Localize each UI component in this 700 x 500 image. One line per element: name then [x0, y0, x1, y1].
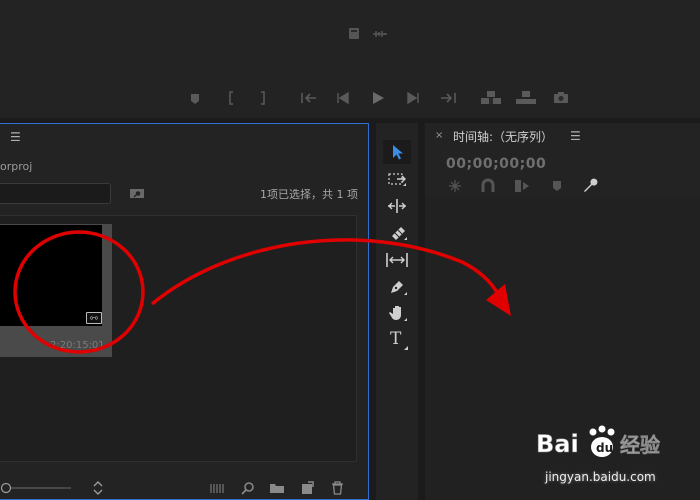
- annotation-arrowhead: [486, 284, 511, 316]
- watermark-logo: Bai du 经验: [536, 422, 664, 464]
- baidu-paw-icon: Bai du 经验: [536, 425, 660, 458]
- svg-text:经验: 经验: [620, 433, 660, 457]
- svg-text:du: du: [596, 441, 613, 455]
- svg-text:Bai: Bai: [536, 430, 579, 458]
- annotation-circle: [13, 230, 145, 354]
- watermark-url: jingyan.baidu.com: [545, 470, 656, 484]
- annotation-arrow: [150, 238, 500, 306]
